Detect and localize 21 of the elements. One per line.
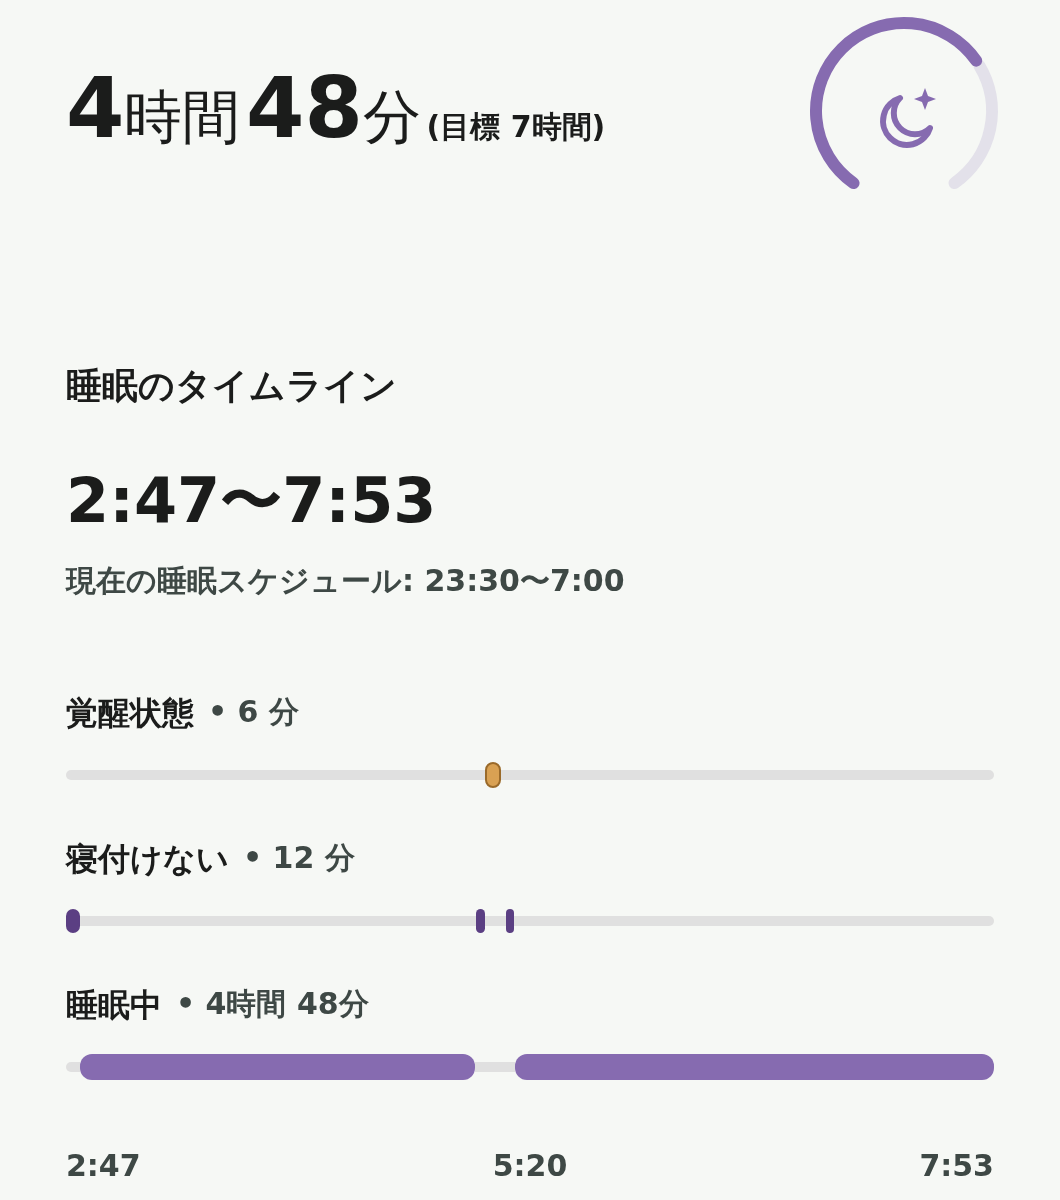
axis-label: 7:53 <box>919 1148 994 1183</box>
sleep-schedule: 現在の睡眠スケジュール: 23:30〜7:00 <box>66 562 626 600</box>
restless-segment <box>476 909 485 933</box>
axis-label: 5:20 <box>492 1148 568 1183</box>
awake-segment <box>485 762 502 788</box>
axis-label: 2:47 <box>66 1148 141 1183</box>
restless-segment <box>505 909 515 933</box>
sleep-time-range: 2:47〜7:53 <box>66 463 438 539</box>
stage-duration: • 4時間 48分 <box>176 985 369 1023</box>
timeline-track <box>484 916 506 926</box>
stage-name: 寝付けない <box>66 839 229 880</box>
restless-segment <box>66 909 80 933</box>
stage-name: 覚醒状態 <box>66 693 194 734</box>
sleep-duration-heading: 4時間 48分(目標 7時間) <box>66 66 607 159</box>
moon-stars-icon <box>880 88 936 148</box>
stage-duration: • 12 分 <box>243 839 355 877</box>
section-title: 睡眠のタイムライン <box>66 364 398 408</box>
timeline-track <box>66 1062 80 1072</box>
stage-name: 睡眠中 <box>66 985 162 1026</box>
timeline-track <box>475 1062 516 1072</box>
stage-duration: • 6 分 <box>208 693 299 731</box>
